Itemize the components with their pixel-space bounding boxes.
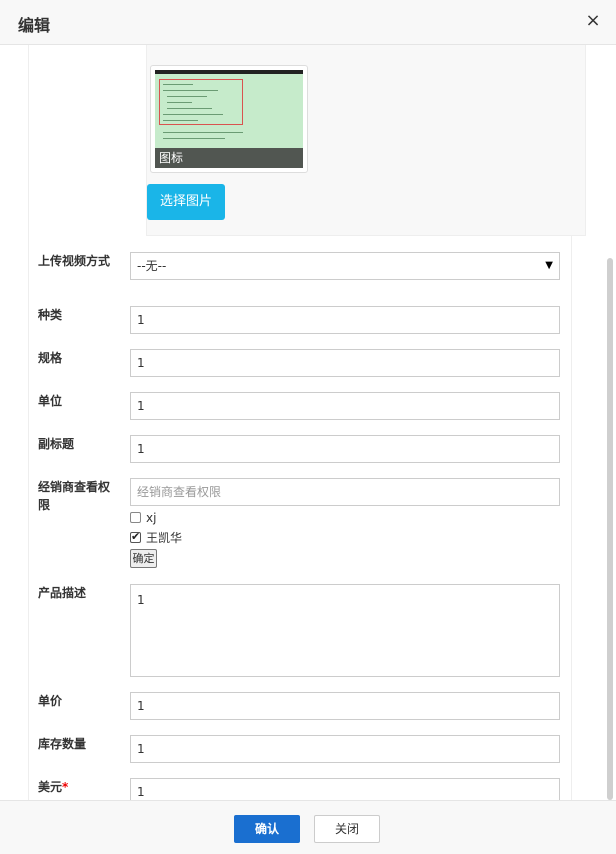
dealer-permission-label: 经销商查看权限 bbox=[38, 480, 111, 512]
thumbnail-caption: 图标 bbox=[155, 148, 303, 168]
unit-label: 单位 bbox=[38, 394, 63, 408]
permission-option-wangkaihua[interactable]: ✔ 王凯华 bbox=[130, 530, 182, 546]
subtitle-input[interactable]: 1 bbox=[130, 435, 560, 463]
modal-header: 编辑 × bbox=[0, 0, 616, 45]
select-image-button[interactable]: 选择图片 bbox=[147, 184, 225, 220]
modal-title: 编辑 bbox=[18, 16, 51, 35]
option-label: xj bbox=[146, 511, 157, 525]
unit-price-input[interactable]: 1 bbox=[130, 692, 560, 720]
permission-option-xj[interactable]: xj bbox=[130, 510, 156, 526]
usd-input[interactable]: 1 bbox=[130, 778, 560, 800]
required-mark: * bbox=[62, 780, 69, 794]
video-upload-label: 上传视频方式 bbox=[38, 254, 111, 268]
description-label: 产品描述 bbox=[38, 586, 87, 600]
dealer-permission-input[interactable]: 经销商查看权限 bbox=[130, 478, 560, 506]
checkbox-checked[interactable]: ✔ bbox=[130, 530, 141, 543]
modal-footer: 确认 关闭 bbox=[0, 800, 616, 854]
scrollbar[interactable] bbox=[606, 45, 614, 800]
category-input[interactable]: 1 bbox=[130, 306, 560, 334]
spec-input[interactable]: 1 bbox=[130, 349, 560, 377]
unit-input[interactable]: 1 bbox=[130, 392, 560, 420]
usd-label: 美元* bbox=[38, 778, 116, 796]
option-label: 王凯华 bbox=[146, 531, 183, 545]
description-textarea[interactable]: 1 bbox=[130, 584, 560, 677]
scrollbar-thumb[interactable] bbox=[607, 258, 613, 800]
checkbox[interactable] bbox=[130, 512, 141, 523]
chevron-down-icon: ▼ bbox=[545, 260, 553, 271]
confirm-button[interactable]: 确认 bbox=[234, 815, 300, 843]
permission-confirm-button[interactable]: 确定 bbox=[130, 549, 157, 568]
video-upload-value: --无-- bbox=[137, 259, 167, 273]
checkmark-icon: ✔ bbox=[131, 530, 141, 543]
close-button[interactable]: 关闭 bbox=[314, 815, 380, 843]
stock-label: 库存数量 bbox=[38, 737, 87, 751]
modal-body[interactable]: 图标 选择图片 上传视频方式 --无-- ▼ 种类 1 规格 1 单位 1 副标… bbox=[0, 45, 616, 800]
subtitle-label: 副标题 bbox=[38, 437, 75, 451]
category-label: 种类 bbox=[38, 308, 63, 322]
image-thumbnail[interactable]: 图标 bbox=[150, 65, 308, 173]
spec-label: 规格 bbox=[38, 351, 63, 365]
close-icon[interactable]: × bbox=[584, 10, 602, 32]
thumbnail-image: 图标 bbox=[155, 70, 303, 168]
video-upload-select[interactable]: --无-- ▼ bbox=[130, 252, 560, 280]
stock-input[interactable]: 1 bbox=[130, 735, 560, 763]
usd-label-text: 美元 bbox=[38, 780, 63, 794]
unit-price-label: 单价 bbox=[38, 694, 63, 708]
image-upload-area: 图标 选择图片 bbox=[146, 45, 586, 236]
